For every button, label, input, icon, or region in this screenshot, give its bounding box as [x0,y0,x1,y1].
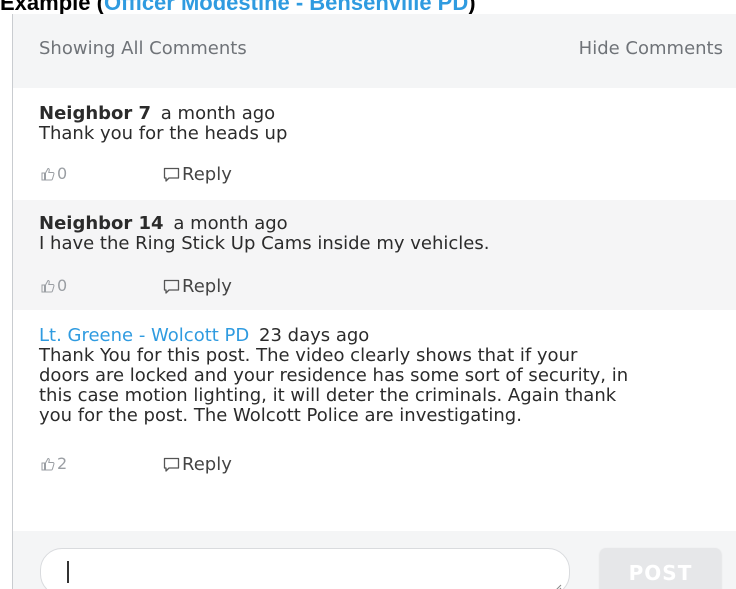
comments-panel: Showing All Comments Hide Comments Neigh… [12,14,736,589]
resize-grip-icon[interactable] [552,582,562,589]
comment-header: Neighbor 14 a month ago [39,214,288,234]
like-button[interactable]: 0 [41,164,67,183]
showing-all-comments-label: Showing All Comments [39,38,247,59]
reply-label: Reply [182,164,232,185]
comment-body-line: Thank You for this post. The video clear… [39,345,578,366]
comment-body: Thank you for the heads up [39,123,288,144]
thumbs-up-icon [41,457,55,470]
thumbs-up-icon [41,279,55,292]
caption-suffix: ) [468,0,476,15]
comment-author[interactable]: Neighbor 14 [39,213,164,234]
like-count: 0 [57,276,68,295]
comment-body-line: this case motion lighting, it will deter… [39,385,617,406]
like-count: 0 [57,164,68,183]
comment-header: Lt. Greene - Wolcott PD 23 days ago [39,326,369,346]
comment-item: Lt. Greene - Wolcott PD 23 days ago Than… [13,310,736,500]
comment-body-line: doors are locked and your residence has … [39,365,629,386]
text-cursor [67,561,69,583]
comment-author[interactable]: Lt. Greene - Wolcott PD [39,325,249,346]
comment-item: Neighbor 14 a month ago I have the Ring … [13,200,736,310]
reply-composer: POST [13,531,736,589]
comment-body: I have the Ring Stick Up Cams inside my … [39,233,490,254]
hide-comments-button[interactable]: Hide Comments [579,38,723,59]
caption-link[interactable]: Officer Modestine - Bensenville PD [104,0,468,15]
speech-bubble-icon [163,167,180,182]
comments-header: Showing All Comments Hide Comments [13,14,736,88]
reply-label: Reply [182,454,232,475]
reply-button[interactable]: Reply [163,164,232,185]
thumbs-up-icon [41,167,55,180]
caption-prefix: Example ( [0,0,104,15]
like-button[interactable]: 2 [41,454,67,473]
comment-timestamp: a month ago [173,213,288,234]
like-button[interactable]: 0 [41,276,67,295]
reply-label: Reply [182,276,232,297]
post-button[interactable]: POST [600,548,721,589]
comment-author[interactable]: Neighbor 7 [39,103,151,124]
speech-bubble-icon [163,457,180,472]
speech-bubble-icon [163,279,180,294]
reply-button[interactable]: Reply [163,276,232,297]
comment-timestamp: a month ago [160,103,276,124]
comment-body: Thank You for this post. The video clear… [39,346,729,426]
example-caption: Example (Officer Modestine - Bensenville… [0,0,476,15]
comment-header: Neighbor 7 a month ago [39,104,275,124]
comment-timestamp: 23 days ago [259,325,370,346]
reply-button[interactable]: Reply [163,454,232,475]
comment-input[interactable] [40,548,570,589]
comment-item: Neighbor 7 a month ago Thank you for the… [13,88,736,200]
comment-body-line: you for the post. The Wolcott Police are… [39,405,522,426]
like-count: 2 [57,454,68,473]
